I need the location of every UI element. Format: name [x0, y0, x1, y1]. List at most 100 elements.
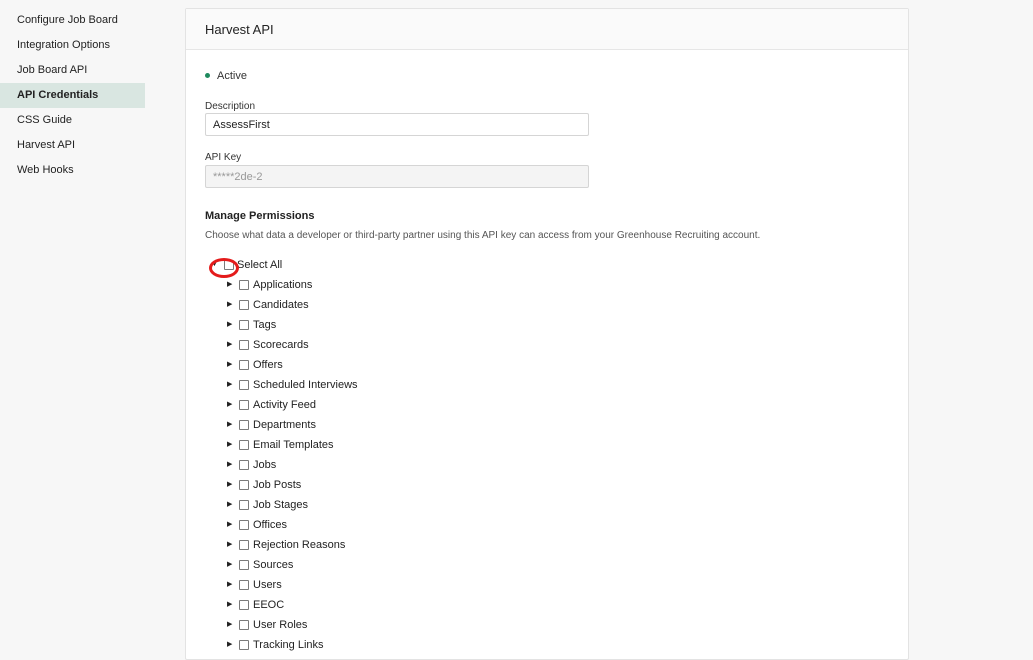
sidebar-item-web-hooks[interactable]: Web Hooks: [0, 158, 145, 183]
permission-label-departments[interactable]: Departments: [253, 415, 316, 435]
permission-checkbox-candidates[interactable]: [239, 300, 249, 310]
permission-label-job-stages[interactable]: Job Stages: [253, 495, 308, 515]
permission-row-user-roles: ▶ User Roles: [186, 615, 908, 635]
select-all-label[interactable]: Select All: [237, 255, 282, 275]
permission-label-email-templates[interactable]: Email Templates: [253, 435, 334, 455]
permission-label-rejection-reasons[interactable]: Rejection Reasons: [253, 535, 345, 555]
permission-checkbox-email-templates[interactable]: [239, 440, 249, 450]
permission-label-scheduled-interviews[interactable]: Scheduled Interviews: [253, 375, 358, 395]
permission-row-departments: ▶ Departments: [186, 415, 908, 435]
triangle-right-icon[interactable]: ▶: [227, 355, 232, 375]
permission-row-job-posts: ▶ Job Posts: [186, 475, 908, 495]
panel-title: Harvest API: [186, 9, 908, 50]
permission-label-users[interactable]: Users: [253, 575, 282, 595]
permission-row-scheduled-interviews: ▶ Scheduled Interviews: [186, 375, 908, 395]
description-label: Description: [205, 101, 256, 112]
permission-checkbox-departments[interactable]: [239, 420, 249, 430]
permission-row-activity-feed: ▶ Activity Feed: [186, 395, 908, 415]
triangle-right-icon[interactable]: ▶: [227, 615, 232, 635]
permission-label-offers[interactable]: Offers: [253, 355, 283, 375]
permission-label-offices[interactable]: Offices: [253, 515, 287, 535]
triangle-right-icon[interactable]: ▶: [227, 475, 232, 495]
triangle-right-icon[interactable]: ▶: [227, 315, 232, 335]
sidebar-item-integration-options[interactable]: Integration Options: [0, 33, 145, 58]
triangle-right-icon[interactable]: ▶: [227, 575, 232, 595]
api-key-field: [205, 165, 589, 188]
triangle-right-icon[interactable]: ▶: [227, 635, 232, 655]
triangle-right-icon[interactable]: ▶: [227, 435, 232, 455]
triangle-right-icon[interactable]: ▶: [227, 375, 232, 395]
permission-checkbox-job-posts[interactable]: [239, 480, 249, 490]
permission-label-applications[interactable]: Applications: [253, 275, 312, 295]
description-field[interactable]: [205, 113, 589, 136]
permission-row-sources: ▶ Sources: [186, 555, 908, 575]
permission-checkbox-user-roles[interactable]: [239, 620, 249, 630]
permission-row-job-stages: ▶ Job Stages: [186, 495, 908, 515]
permission-label-eeoc[interactable]: EEOC: [253, 595, 284, 615]
sidebar-item-job-board-api[interactable]: Job Board API: [0, 58, 145, 83]
harvest-api-panel: Harvest API Active Description API Key M…: [185, 8, 909, 660]
permission-label-tags[interactable]: Tags: [253, 315, 276, 335]
permission-checkbox-applications[interactable]: [239, 280, 249, 290]
triangle-right-icon[interactable]: ▶: [227, 395, 232, 415]
permission-checkbox-sources[interactable]: [239, 560, 249, 570]
triangle-right-icon[interactable]: ▶: [227, 335, 232, 355]
permission-row-candidates: ▶ Candidates: [186, 295, 908, 315]
status-indicator: Active: [205, 70, 247, 82]
permission-checkbox-scorecards[interactable]: [239, 340, 249, 350]
permission-row-eeoc: ▶ EEOC: [186, 595, 908, 615]
triangle-right-icon[interactable]: ▶: [227, 555, 232, 575]
permission-checkbox-activity-feed[interactable]: [239, 400, 249, 410]
permission-label-tracking-links[interactable]: Tracking Links: [253, 635, 324, 655]
status-text: Active: [217, 70, 247, 82]
sidebar-item-api-credentials[interactable]: API Credentials: [0, 83, 145, 108]
permission-checkbox-rejection-reasons[interactable]: [239, 540, 249, 550]
permission-checkbox-eeoc[interactable]: [239, 600, 249, 610]
permission-label-job-posts[interactable]: Job Posts: [253, 475, 301, 495]
triangle-right-icon[interactable]: ▶: [227, 595, 232, 615]
permission-label-candidates[interactable]: Candidates: [253, 295, 309, 315]
permission-checkbox-users[interactable]: [239, 580, 249, 590]
triangle-right-icon[interactable]: ▶: [227, 515, 232, 535]
permission-row-tags: ▶ Tags: [186, 315, 908, 335]
permission-row-scorecards: ▶ Scorecards: [186, 335, 908, 355]
permission-row-email-templates: ▶ Email Templates: [186, 435, 908, 455]
permission-checkbox-jobs[interactable]: [239, 460, 249, 470]
permission-checkbox-scheduled-interviews[interactable]: [239, 380, 249, 390]
permission-checkbox-offices[interactable]: [239, 520, 249, 530]
triangle-right-icon[interactable]: ▶: [227, 535, 232, 555]
triangle-right-icon[interactable]: ▶: [227, 495, 232, 515]
select-all-checkbox[interactable]: [224, 260, 234, 270]
permissions-tree: ▼ Select All ▶ Applications ▶ Candidates ▶ Ta…: [186, 255, 908, 655]
select-all-row: ▼ Select All: [186, 255, 908, 278]
permission-row-offers: ▶ Offers: [186, 355, 908, 375]
sidebar-item-configure-job-board[interactable]: Configure Job Board: [0, 8, 145, 33]
manage-permissions-description: Choose what data a developer or third-pa…: [205, 230, 761, 241]
manage-permissions-title: Manage Permissions: [205, 210, 315, 222]
permission-checkbox-job-stages[interactable]: [239, 500, 249, 510]
permission-label-sources[interactable]: Sources: [253, 555, 293, 575]
permission-checkbox-tracking-links[interactable]: [239, 640, 249, 650]
permission-list: ▶ Applications ▶ Candidates ▶ Tags ▶ Scorecards…: [186, 275, 908, 655]
sidebar-item-css-guide[interactable]: CSS Guide: [0, 108, 145, 133]
permission-label-scorecards[interactable]: Scorecards: [253, 335, 309, 355]
permission-checkbox-tags[interactable]: [239, 320, 249, 330]
sidebar-nav: Configure Job Board Integration Options …: [0, 8, 145, 183]
permission-row-rejection-reasons: ▶ Rejection Reasons: [186, 535, 908, 555]
api-key-label: API Key: [205, 152, 242, 163]
permission-row-offices: ▶ Offices: [186, 515, 908, 535]
triangle-down-icon[interactable]: ▼: [211, 255, 218, 275]
triangle-right-icon[interactable]: ▶: [227, 295, 232, 315]
permission-row-tracking-links: ▶ Tracking Links: [186, 635, 908, 655]
triangle-right-icon[interactable]: ▶: [227, 455, 232, 475]
sidebar-item-harvest-api[interactable]: Harvest API: [0, 133, 145, 158]
permission-label-jobs[interactable]: Jobs: [253, 455, 276, 475]
permission-checkbox-offers[interactable]: [239, 360, 249, 370]
permission-row-jobs: ▶ Jobs: [186, 455, 908, 475]
permission-label-user-roles[interactable]: User Roles: [253, 615, 307, 635]
permission-label-activity-feed[interactable]: Activity Feed: [253, 395, 316, 415]
triangle-right-icon[interactable]: ▶: [227, 275, 232, 295]
permission-row-users: ▶ Users: [186, 575, 908, 595]
triangle-right-icon[interactable]: ▶: [227, 415, 232, 435]
status-dot-icon: [205, 72, 210, 78]
